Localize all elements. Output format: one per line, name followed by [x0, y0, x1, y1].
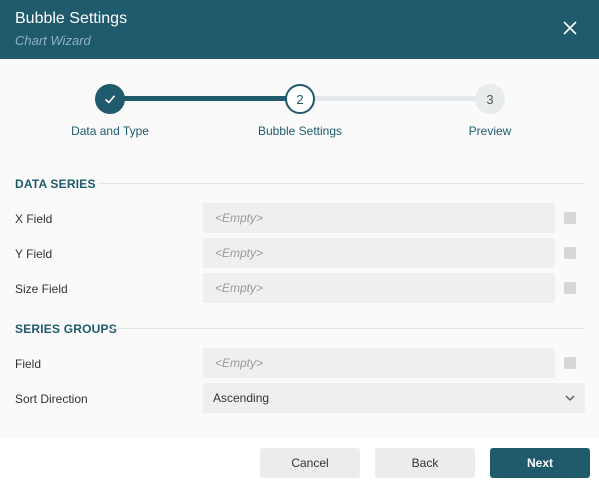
- sort-direction-label: Sort Direction: [15, 392, 88, 406]
- y-field-input[interactable]: <Empty>: [203, 238, 555, 268]
- next-button[interactable]: Next: [490, 448, 590, 478]
- group-field-input[interactable]: <Empty>: [203, 348, 555, 378]
- series-groups-heading: SERIES GROUPS: [15, 322, 117, 336]
- dialog-title: Bubble Settings: [15, 10, 128, 27]
- section-divider: [98, 183, 585, 184]
- section-divider: [112, 328, 585, 329]
- x-field-input[interactable]: <Empty>: [203, 203, 555, 233]
- checkmark-icon: [104, 95, 116, 104]
- size-field-input[interactable]: <Empty>: [203, 273, 555, 303]
- step-3-label: Preview: [468, 124, 512, 138]
- data-series-heading: DATA SERIES: [15, 177, 96, 191]
- y-field-label: Y Field: [15, 247, 53, 261]
- step-3-circle[interactable]: 3: [475, 84, 505, 114]
- group-field-checkbox[interactable]: [564, 357, 576, 369]
- sort-direction-select[interactable]: Ascending: [203, 383, 585, 413]
- size-field-label: Size Field: [15, 282, 68, 296]
- dialog-subtitle: Chart Wizard: [15, 33, 91, 48]
- x-field-label: X Field: [15, 212, 53, 226]
- stepper-track-pending: [300, 96, 490, 101]
- step-1-circle[interactable]: [95, 84, 125, 114]
- step-2-label: Bubble Settings: [257, 124, 343, 138]
- y-field-checkbox[interactable]: [564, 247, 576, 259]
- step-1-label: Data and Type: [71, 124, 149, 138]
- step-2-circle[interactable]: 2: [285, 84, 315, 114]
- dialog-header: Bubble Settings Chart Wizard: [0, 0, 599, 59]
- size-field-checkbox[interactable]: [564, 282, 576, 294]
- back-button[interactable]: Back: [375, 448, 475, 478]
- cancel-button[interactable]: Cancel: [260, 448, 360, 478]
- stepper-track-completed: [110, 96, 300, 101]
- x-field-checkbox[interactable]: [564, 212, 576, 224]
- chevron-down-icon[interactable]: [564, 393, 576, 403]
- group-field-label: Field: [15, 357, 42, 371]
- close-icon[interactable]: [560, 18, 580, 38]
